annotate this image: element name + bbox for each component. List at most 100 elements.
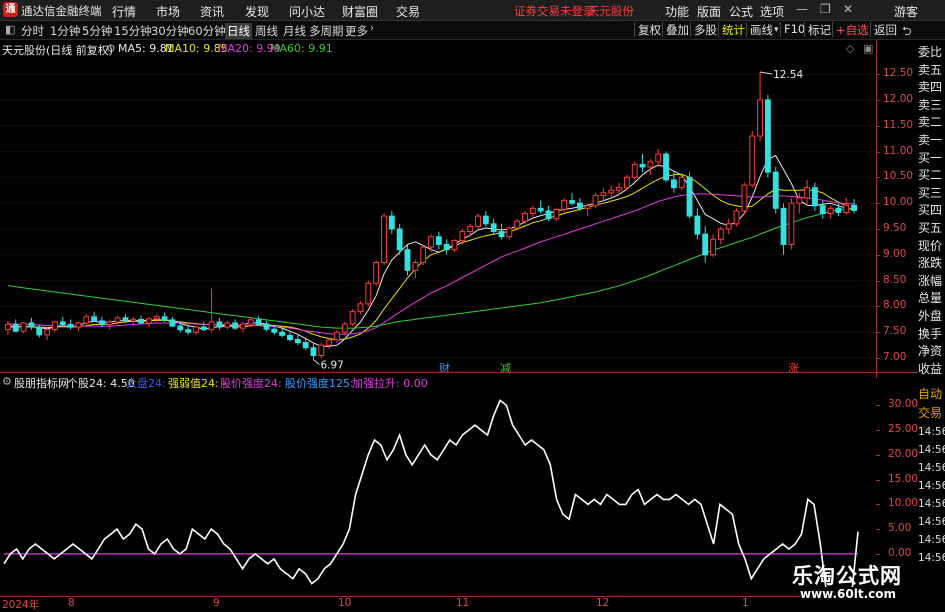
candle[interactable] — [91, 311, 98, 322]
candle[interactable] — [600, 187, 607, 201]
candle[interactable] — [764, 94, 771, 178]
menu-layout[interactable]: 版面 — [697, 3, 721, 20]
tab-multi-stock[interactable]: 多股 — [690, 22, 717, 37]
tab-statistics[interactable]: 统计 — [718, 22, 745, 37]
candle[interactable] — [75, 321, 82, 332]
candle[interactable] — [561, 198, 568, 213]
indicator-chart[interactable] — [0, 388, 876, 596]
tab-60min[interactable]: 60分钟 — [188, 23, 226, 39]
tab-multi-period[interactable]: 多周期 — [309, 23, 344, 39]
event-marker-reduce[interactable]: 减 — [499, 360, 512, 376]
user-guest[interactable]: 游客 — [894, 3, 918, 20]
candle[interactable] — [569, 192, 575, 206]
candle[interactable] — [341, 321, 348, 335]
candle[interactable] — [99, 316, 105, 328]
candle[interactable] — [545, 205, 552, 222]
tab-f10[interactable]: F10 — [780, 22, 805, 37]
auto-trade-label[interactable]: 交易 — [918, 404, 945, 423]
candle[interactable] — [631, 161, 638, 180]
candle[interactable] — [208, 288, 215, 333]
candle[interactable] — [67, 319, 74, 330]
candle[interactable] — [146, 316, 152, 328]
candle[interactable] — [490, 218, 497, 235]
minimize-icon[interactable]: — — [796, 2, 808, 16]
candle[interactable] — [216, 317, 223, 330]
candle[interactable] — [663, 151, 669, 183]
candle[interactable] — [788, 198, 795, 250]
candle[interactable] — [240, 321, 246, 333]
tab-30min[interactable]: 30分钟 — [151, 23, 189, 39]
candle[interactable] — [279, 328, 286, 338]
candle[interactable] — [412, 259, 419, 279]
candle[interactable] — [710, 234, 716, 258]
candle[interactable] — [365, 280, 372, 307]
candle[interactable] — [678, 174, 685, 191]
candle[interactable] — [749, 130, 756, 188]
indicator-settings-icon[interactable]: ⚙ — [2, 375, 12, 388]
tab-monthly[interactable]: 月线 — [283, 23, 306, 39]
expand-square-icon[interactable]: ▣ — [863, 42, 873, 55]
candle[interactable] — [106, 319, 113, 330]
tab-back[interactable]: 返回 — [870, 22, 897, 37]
candle[interactable] — [287, 331, 293, 342]
candle[interactable] — [741, 182, 748, 214]
tab-overlay[interactable]: 叠加 — [662, 22, 689, 37]
close-icon[interactable]: ✕ — [843, 2, 853, 16]
candle[interactable] — [36, 324, 43, 338]
candle[interactable] — [686, 172, 693, 219]
candle[interactable] — [443, 239, 450, 255]
candle[interactable] — [12, 319, 19, 333]
candle[interactable] — [498, 223, 505, 240]
candle[interactable] — [388, 210, 395, 235]
candle[interactable] — [193, 326, 199, 335]
candle[interactable] — [608, 185, 615, 199]
login-warning[interactable]: 证券交易未登录 — [514, 3, 595, 19]
menu-discover[interactable]: 发现 — [245, 3, 269, 20]
candle[interactable] — [772, 167, 779, 214]
candle[interactable] — [733, 208, 740, 227]
candle[interactable] — [200, 321, 207, 332]
tab-1min[interactable]: 1分钟 — [50, 23, 80, 39]
candle[interactable] — [757, 72, 763, 142]
menu-ask-xiaoda[interactable]: 问小达 — [289, 3, 325, 20]
tab-adjust[interactable]: 复权 — [634, 22, 661, 37]
tab-daily[interactable]: 日线 — [225, 23, 252, 39]
candle[interactable] — [381, 213, 387, 266]
menu-market[interactable]: 市场 — [156, 3, 180, 20]
candle[interactable] — [349, 309, 356, 327]
candle[interactable] — [467, 223, 474, 237]
candle[interactable] — [529, 205, 536, 219]
tab-more[interactable]: 更多 — [345, 23, 368, 39]
event-marker-rise[interactable]: 涨 — [787, 360, 800, 376]
candle[interactable] — [44, 327, 51, 341]
tab-15min[interactable]: 15分钟 — [114, 23, 152, 39]
candle[interactable] — [83, 314, 90, 327]
menu-news[interactable]: 资讯 — [200, 3, 224, 20]
candle[interactable] — [623, 174, 630, 191]
candle[interactable] — [138, 315, 145, 325]
candle[interactable] — [482, 210, 489, 227]
tab-mark[interactable]: 标记 — [804, 22, 831, 37]
collapse-diamond-icon[interactable]: ◇ — [846, 42, 854, 55]
candle[interactable] — [294, 334, 301, 346]
candle[interactable] — [522, 210, 528, 224]
candle[interactable] — [827, 205, 834, 219]
candle[interactable] — [725, 218, 732, 235]
candle[interactable] — [553, 208, 560, 222]
dropdown-arrow-icon[interactable]: ▾ — [774, 25, 779, 35]
candle[interactable] — [811, 182, 818, 211]
candle[interactable] — [647, 159, 654, 175]
candle[interactable] — [28, 317, 35, 330]
more-chevron-icon[interactable]: › — [370, 23, 374, 34]
candle[interactable] — [232, 319, 239, 330]
candle[interactable] — [318, 342, 325, 359]
menu-quotes[interactable]: 行情 — [112, 3, 136, 20]
menu-formula[interactable]: 公式 — [729, 3, 753, 20]
tab-intraday[interactable]: 分时 — [21, 23, 44, 39]
menu-wealth-circle[interactable]: 财富圈 — [342, 3, 378, 20]
candle[interactable] — [537, 200, 544, 214]
candle[interactable] — [694, 208, 701, 240]
candle[interactable] — [843, 198, 850, 215]
candle[interactable] — [20, 321, 27, 334]
candle[interactable] — [804, 179, 811, 206]
